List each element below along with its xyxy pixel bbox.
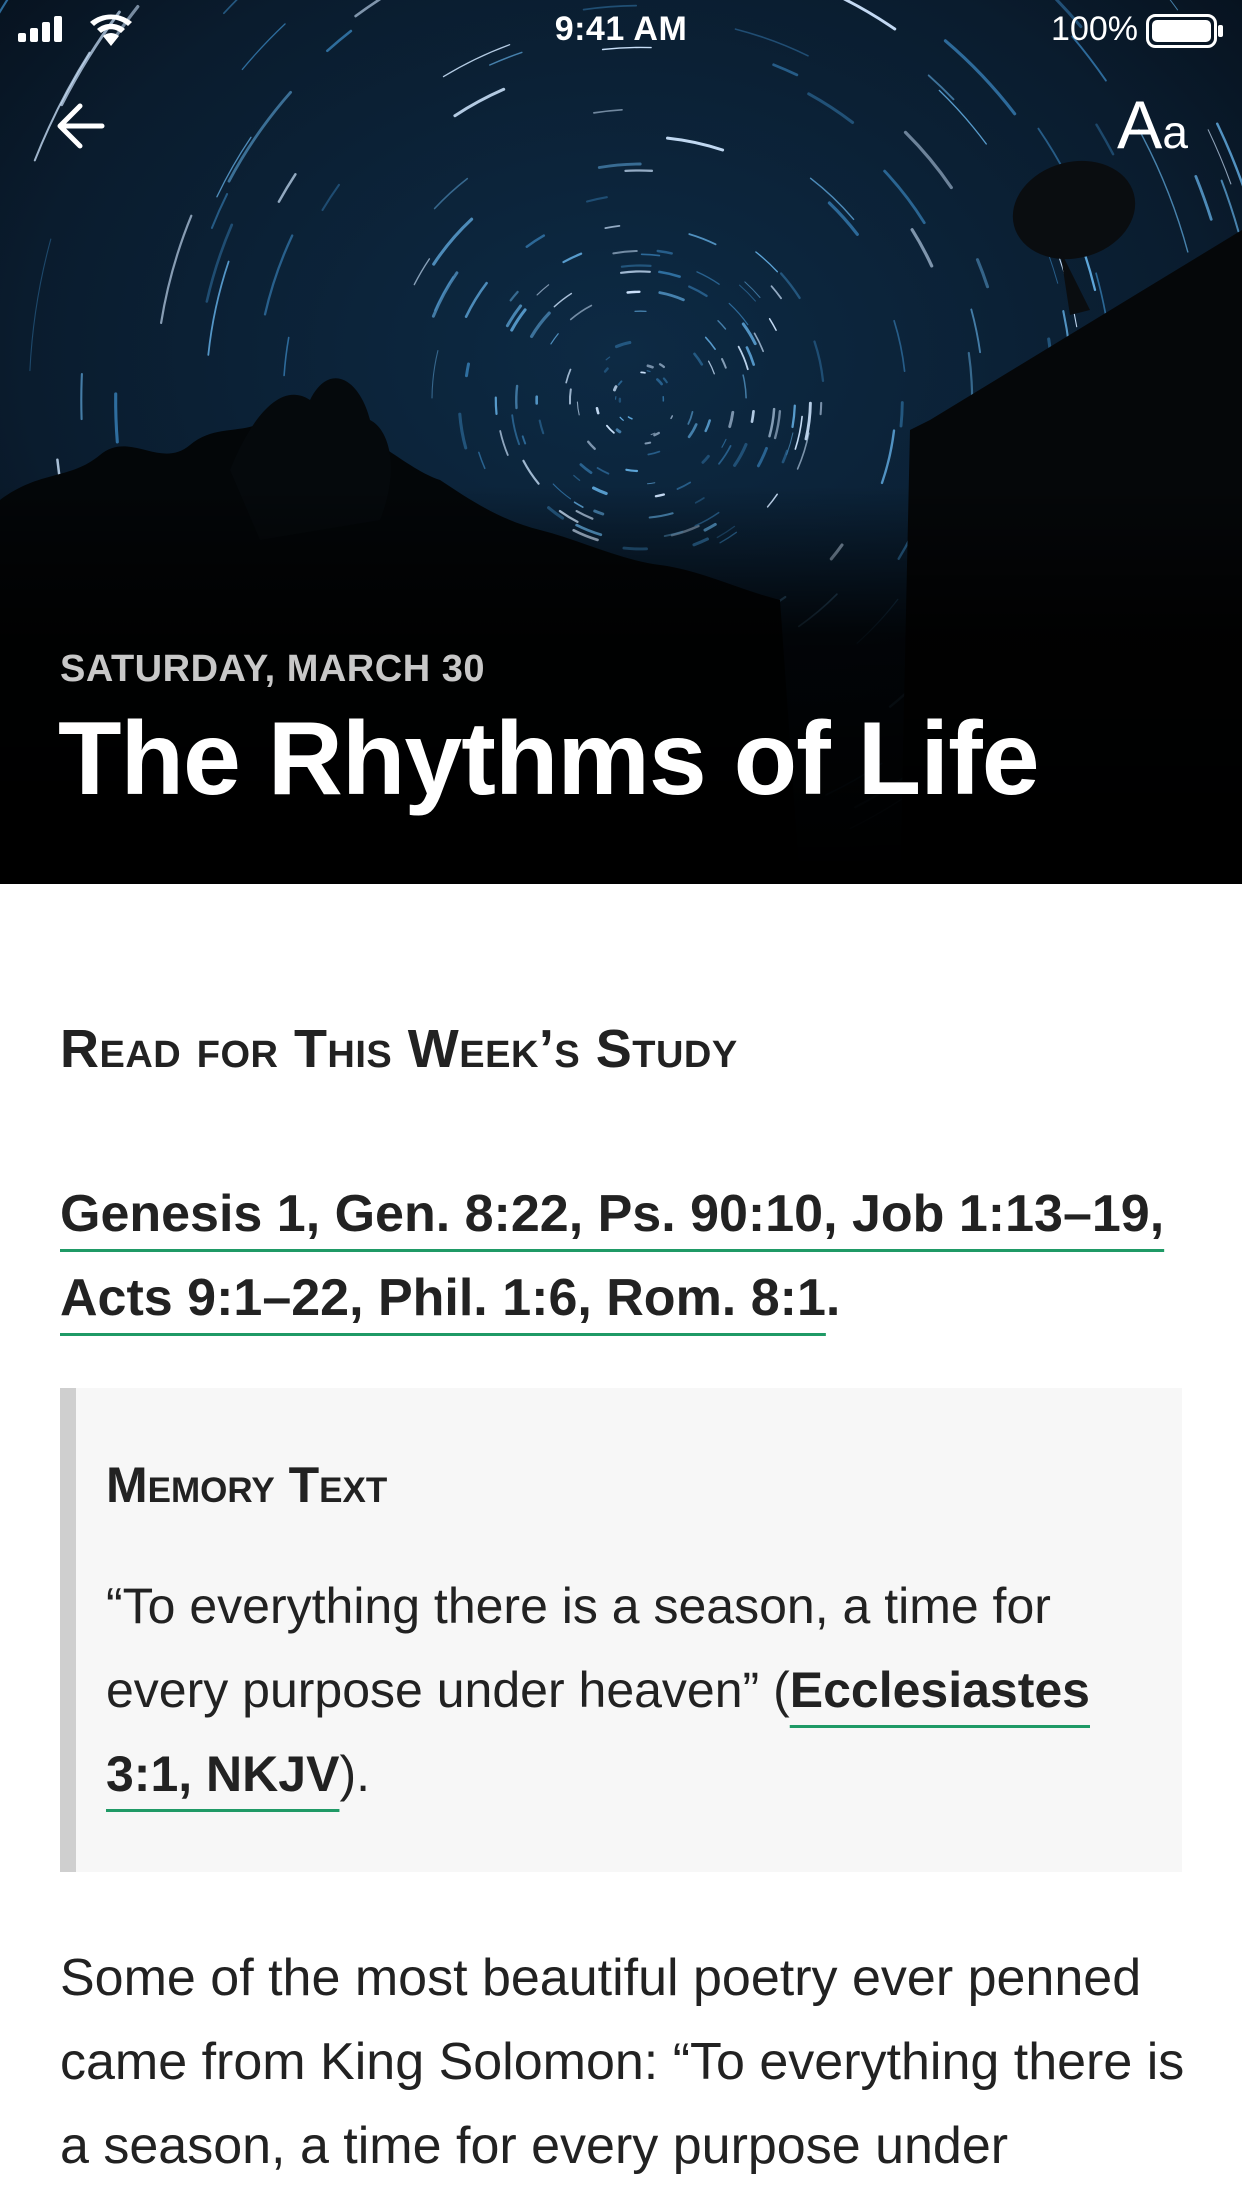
battery-icon (1146, 14, 1223, 48)
back-arrow-icon[interactable] (54, 96, 114, 156)
study-references: Genesis 1, Gen. 8:22, Ps. 90:10, Job 1:1… (60, 1172, 1182, 1340)
status-bar: 9:41 AM 100% (0, 0, 1242, 60)
font-size-button[interactable]: Aa (1117, 86, 1188, 166)
study-heading: Read for This Week’s Study (60, 1019, 738, 1079)
references-link[interactable]: Genesis 1, Gen. 8:22, Ps. 90:10, Job 1:1… (60, 1185, 1164, 1327)
references-period: . (825, 1269, 841, 1327)
font-size-icon-large: A (1117, 87, 1163, 163)
body-paragraph: Some of the most beautiful poetry ever p… (60, 1949, 1185, 2208)
screen: 9:41 AM 100% Aa SATURDAY, MARCH 30 The R… (0, 0, 1242, 2208)
memory-quote-end: ). (339, 1746, 370, 1802)
hero-image: 9:41 AM 100% Aa SATURDAY, MARCH 30 The R… (0, 0, 1242, 884)
battery-percentage: 100% (1051, 10, 1138, 48)
lesson-date: SATURDAY, MARCH 30 (60, 648, 485, 690)
lesson-title: The Rhythms of Life (58, 701, 1040, 817)
font-size-icon-small: a (1162, 106, 1188, 158)
memory-text-title: Memory Text (106, 1457, 388, 1513)
memory-text-quote: “To everything there is a season, a time… (106, 1564, 1136, 1816)
memory-text-box: Memory Text “To everything there is a se… (60, 1388, 1182, 1872)
